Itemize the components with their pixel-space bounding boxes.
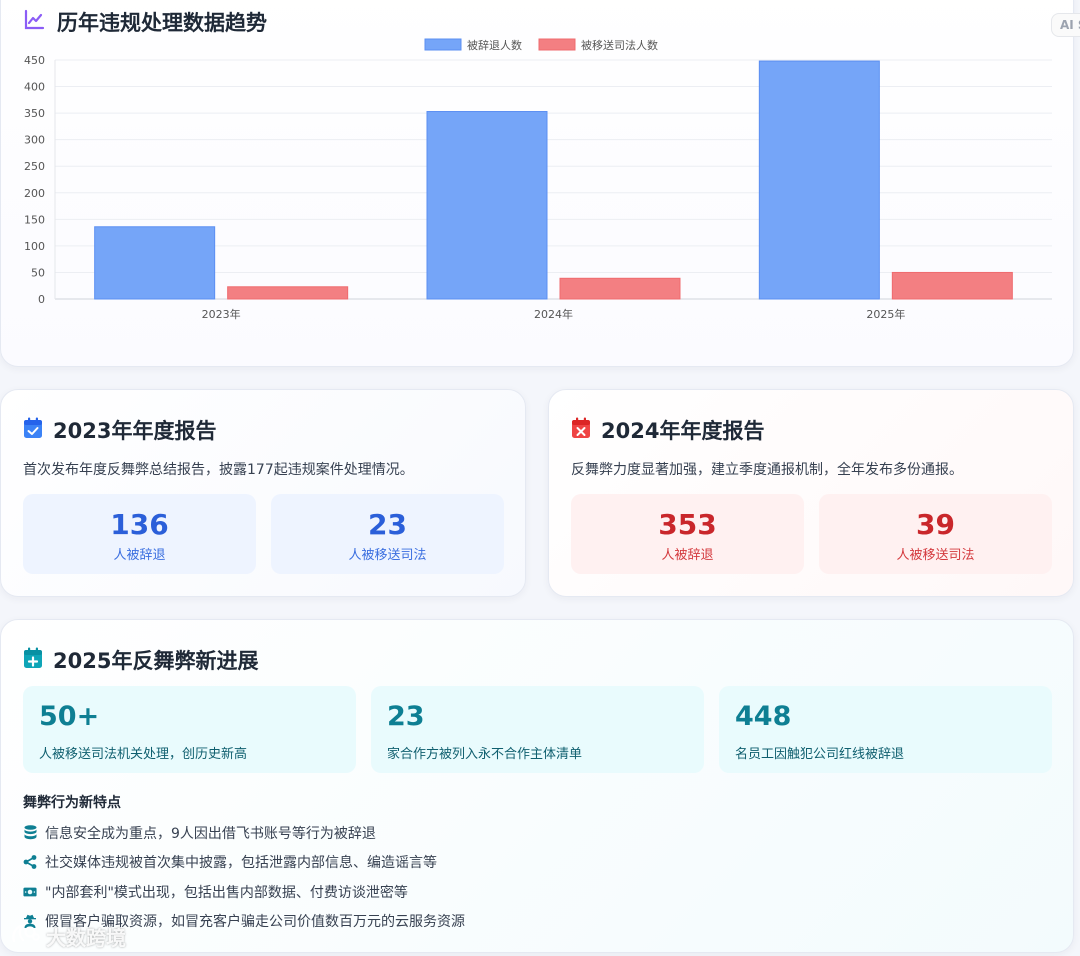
list-item: "内部套利"模式出现，包括出售内部数据、付费访谈泄密等 (23, 877, 465, 907)
stat-2023-dismissed: 136 人被辞退 (23, 494, 256, 574)
report-2023-title: 2023年年度报告 (53, 419, 217, 443)
y-tick-label: 50 (31, 266, 45, 279)
progress-number: 448 (735, 701, 792, 732)
stat-number: 23 (368, 508, 407, 541)
legend-swatch (538, 38, 576, 51)
trend-chart-card: 历年违规处理数据趋势 AI S 050100150200250300350400… (0, 0, 1080, 367)
watermark: 大数跨境 (10, 922, 126, 951)
bar-dismissed (758, 60, 880, 300)
legend-label: 被移送司法人数 (581, 38, 658, 52)
progress-box-partners: 23 家合作方被列入永不合作主体清单 (371, 686, 704, 773)
progress-label: 名员工因触犯公司红线被辞退 (735, 747, 905, 762)
y-tick-label: 350 (24, 107, 45, 120)
y-tick-label: 200 (24, 187, 45, 200)
report-2024-title: 2024年年度报告 (601, 419, 765, 443)
bar-judicial (227, 286, 349, 300)
progress-box-dismissed: 448 名员工因触犯公司红线被辞退 (719, 686, 1052, 773)
progress-2025-card: 2025年反舞弊新进展 50+ 人被移送司法机关处理，创历史新高 23 家合作方… (0, 619, 1074, 953)
y-tick-label: 300 (24, 134, 45, 147)
report-2024-header: 2024年年度报告 (571, 415, 764, 445)
y-tick-label: 150 (24, 213, 45, 226)
feature-text: "内部套利"模式出现，包括出售内部数据、付费访谈泄密等 (45, 884, 408, 901)
progress-box-judicial: 50+ 人被移送司法机关处理，创历史新高 (23, 686, 356, 773)
report-2023-header: 2023年年度报告 (23, 415, 216, 445)
y-tick-label: 400 (24, 81, 45, 94)
bar-dismissed (94, 226, 216, 300)
list-item: 信息安全成为重点，9人因出借飞书账号等行为被辞退 (23, 818, 465, 848)
progress-number: 23 (387, 701, 425, 732)
watermark-text: 大数跨境 (46, 926, 126, 950)
bar-judicial (559, 277, 681, 300)
bar-chart: 0 50 100 150 200 250 300 350 400 450 2023年 2024年 202… (24, 38, 1052, 321)
progress-2025-header: 2025年反舞弊新进展 (23, 645, 258, 675)
report-2024-card: 2024年年度报告 反舞弊力度显著加强，建立季度通报机制，全年发布多份通报。 3… (548, 389, 1074, 597)
x-tick-label: 2023年 (202, 307, 241, 321)
calendar-check-icon (23, 417, 43, 444)
y-tick-label: 250 (24, 160, 45, 173)
stat-label: 人被移送司法 (348, 548, 427, 563)
feature-text: 社交媒体违规被首次集中披露，包括泄露内部信息、编造谣言等 (45, 855, 437, 872)
watermark-logo-icon (10, 923, 40, 950)
stat-label: 人被移送司法 (896, 548, 975, 563)
stat-2024-dismissed: 353 人被辞退 (571, 494, 804, 574)
calendar-x-icon (571, 417, 591, 444)
legend-label: 被辞退人数 (467, 38, 522, 52)
feature-text: 信息安全成为重点，9人因出借飞书账号等行为被辞退 (45, 825, 376, 842)
bar-judicial (891, 271, 1013, 300)
calendar-plus-icon (23, 647, 43, 674)
report-2023-card: 2023年年度报告 首次发布年度反舞弊总结报告，披露177起违规案件处理情况。 … (0, 389, 526, 597)
stat-number: 136 (110, 508, 169, 541)
progress-label: 人被移送司法机关处理，创历史新高 (39, 747, 248, 762)
progress-number: 50+ (39, 701, 100, 732)
report-2023-description: 首次发布年度反舞弊总结报告，披露177起违规案件处理情况。 (23, 462, 414, 478)
progress-label: 家合作方被列入永不合作主体清单 (387, 747, 583, 762)
y-tick-label: 450 (24, 54, 45, 67)
share-icon (23, 855, 37, 870)
stat-2024-judicial: 39 人被移送司法 (819, 494, 1052, 574)
stat-label: 人被辞退 (113, 548, 166, 563)
x-tick-label: 2024年 (534, 307, 573, 321)
report-2024-description: 反舞弊力度显著加强，建立季度通报机制，全年发布多份通报。 (571, 462, 963, 478)
database-icon (23, 825, 37, 840)
y-tick-label: 0 (38, 293, 45, 306)
stat-number: 39 (916, 508, 955, 541)
money-icon (23, 885, 37, 899)
y-tick-label: 100 (24, 240, 45, 253)
bar-dismissed (426, 111, 548, 300)
progress-2025-title: 2025年反舞弊新进展 (53, 649, 259, 673)
feature-list: 信息安全成为重点，9人因出借飞书账号等行为被辞退 社交媒体违规被首次集中披露，包… (23, 818, 465, 936)
stat-number: 353 (658, 508, 717, 541)
list-item: 社交媒体违规被首次集中披露，包括泄露内部信息、编造谣言等 (23, 848, 465, 878)
legend-swatch (424, 38, 462, 51)
stat-label: 人被辞退 (661, 548, 714, 563)
features-title: 舞弊行为新特点 (23, 795, 121, 811)
stat-2023-judicial: 23 人被移送司法 (271, 494, 504, 574)
x-tick-label: 2025年 (866, 307, 905, 321)
